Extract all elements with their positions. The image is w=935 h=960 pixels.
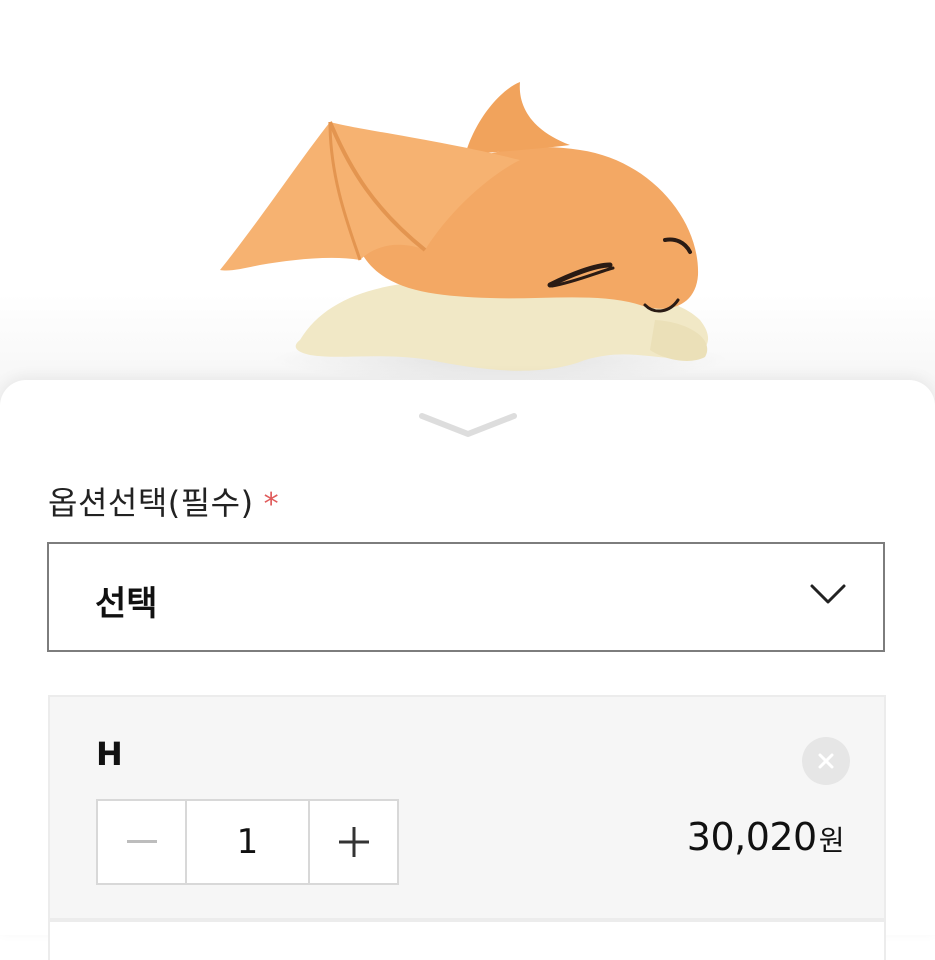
increment-button[interactable]: [310, 801, 397, 883]
product-image-area: [0, 0, 935, 420]
collapse-chevron-icon[interactable]: [416, 410, 520, 440]
currency-unit: 원: [818, 824, 845, 857]
close-icon: [818, 753, 834, 769]
remove-option-button[interactable]: [802, 737, 850, 785]
minus-icon: [126, 840, 157, 843]
product-image: [220, 82, 730, 382]
option-select-dropdown[interactable]: 선택: [47, 542, 885, 652]
selected-option-card: H 1 30,020원: [48, 695, 886, 920]
option-bottom-sheet: 옵션선택(필수) * 선택 H 1 30,020원: [0, 380, 935, 960]
selected-option-name: H: [96, 735, 123, 773]
decrement-button[interactable]: [98, 801, 185, 883]
option-price-value: 30,020: [686, 815, 817, 859]
quantity-value[interactable]: 1: [185, 801, 310, 883]
option-price: 30,020원: [686, 815, 845, 859]
plus-icon: [338, 827, 369, 857]
quantity-stepper: 1: [96, 799, 399, 885]
next-section-card: [48, 920, 886, 960]
option-select-value: 선택: [95, 584, 158, 624]
chevron-down-icon: [810, 584, 846, 604]
option-select-label: 옵션선택(필수) *: [48, 478, 279, 524]
option-select-label-text: 옵션선택(필수): [48, 484, 254, 522]
required-mark: *: [263, 487, 280, 522]
